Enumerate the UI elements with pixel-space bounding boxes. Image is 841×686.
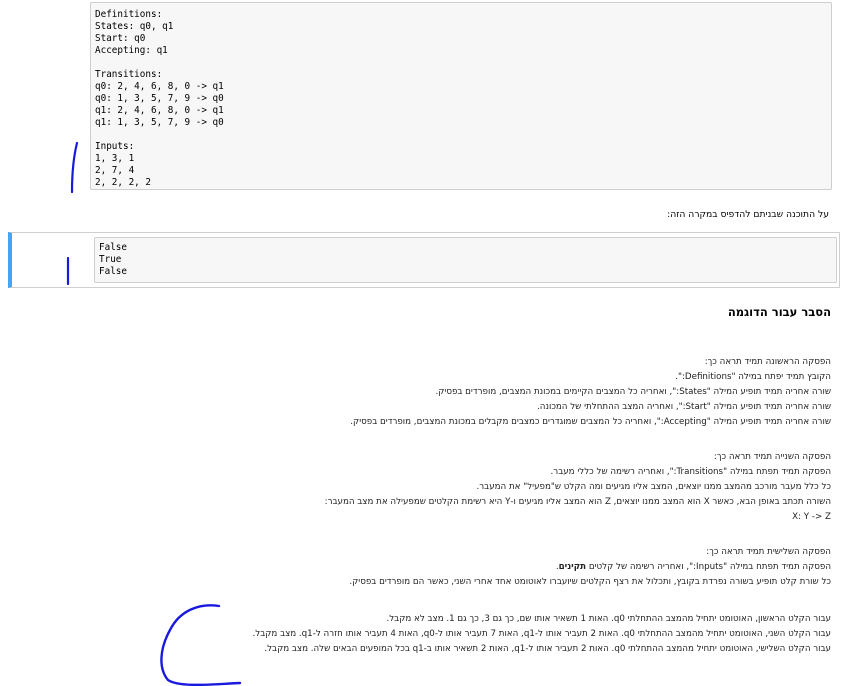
- paragraph-inputs: הפסקה השלישית תמיד תראה כך: הפסקה תמיד ת…: [349, 545, 831, 590]
- answer-cell-input[interactable]: False True False: [94, 237, 837, 283]
- section-title: הסבר עבור הדוגמה: [727, 305, 831, 319]
- paragraph-line: הפסקה תמיד תפתח במילה "Inputs:", ואחריה …: [349, 560, 831, 575]
- question-text: על התוכנה שבניתם להדפיס במקרה הזה:: [667, 209, 829, 220]
- paragraph-line: כל שורת קלט תופיע בשורה נפרדת בקובץ, ותכ…: [349, 577, 831, 587]
- paragraph-line: עבור הקלט הראשון, האוטומט יתחיל מהמצב הה…: [386, 614, 831, 624]
- ink-bracket: [160, 604, 242, 686]
- paragraph-line: שורה אחריה תמיד תופיע המילה "States:", ו…: [435, 387, 831, 397]
- inputs-text: הפסקה תמיד תפתח במילה "Inputs:", ואחריה …: [586, 562, 831, 572]
- answer-cell-text: False True False: [99, 242, 127, 277]
- paragraph-explanation: עבור הקלט הראשון, האוטומט יתחיל מהמצב הה…: [253, 612, 831, 657]
- paragraph-line: שורה אחריה תמיד תופיע המילה "Accepting:"…: [350, 417, 831, 427]
- paragraph-line: עבור הקלט השני, האוטומט יתחיל מהמצב ההתח…: [252, 629, 831, 639]
- paragraph-line: הפסקה תמיד תפתח במילה "Transitions:", וא…: [550, 467, 831, 477]
- paragraph-line: כל כלל מעבר מורכב מהמצב ממנו יוצאים, המצ…: [476, 482, 832, 492]
- paragraph-line: X: Y -> Z: [792, 512, 831, 522]
- paragraph-line: הקובץ תמיד יפתח במילה "Definitions:".: [675, 372, 831, 382]
- answer-cell[interactable]: False True False: [8, 232, 840, 288]
- paragraph-line: הפסקה השנייה תמיד תראה כך:: [713, 452, 831, 462]
- paragraph-line: השורה תכתב באופן הבא, כאשר X הוא המצב ממ…: [324, 497, 831, 507]
- paragraph-transitions: הפסקה השנייה תמיד תראה כך: הפסקה תמיד תפ…: [325, 450, 831, 525]
- ink-stroke-inputs: [70, 141, 79, 194]
- code-cell-text: Definitions: States: q0, q1 Start: q0 Ac…: [95, 9, 224, 188]
- paragraph-line: עבור הקלט השלישי, האוטומט יתחיל מהמצב הה…: [264, 644, 831, 654]
- paragraph-line: הפסקה הראשונה תמיד תראה כך:: [704, 357, 831, 367]
- paragraph-definitions: הפסקה הראשונה תמיד תראה כך: הקובץ תמיד י…: [350, 355, 831, 430]
- code-cell-input[interactable]: Definitions: States: q0, q1 Start: q0 Ac…: [90, 2, 832, 190]
- paragraph-line: שורה אחריה תמיד תופיע המילה "Start:", וא…: [537, 402, 831, 412]
- paragraph-line: הפסקה השלישית תמיד תראה כך:: [706, 547, 831, 557]
- valid-word: תקינים: [558, 562, 587, 572]
